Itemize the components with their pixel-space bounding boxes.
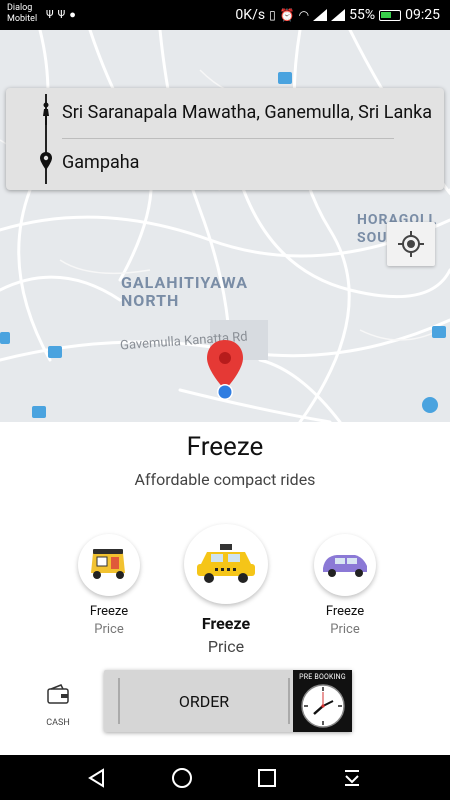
taxi-car-icon — [197, 544, 255, 583]
clock-icon — [301, 684, 345, 728]
map-area-label: GALAHITIYAWA NORTH — [121, 273, 248, 310]
wallet-icon — [47, 684, 69, 704]
vehicle-option-tuk-tuk[interactable]: Freeze Price — [78, 534, 140, 637]
route-card: Sri Saranapala Mawatha, Ganemulla, Sri L… — [6, 88, 444, 190]
pickup-address[interactable]: Sri Saranapala Mawatha, Ganemulla, Sri L… — [62, 102, 436, 123]
vibrate-icon: ▯ — [269, 8, 276, 22]
usb-icon: Ψ — [46, 8, 58, 21]
order-button[interactable]: ORDER — [118, 678, 290, 724]
carrier-name-secondary: Mobitel — [7, 14, 38, 24]
vehicle-name: Freeze — [89, 604, 129, 619]
chat-icon: ● — [69, 8, 80, 21]
home-circle-icon — [172, 768, 192, 788]
recents-square-icon — [258, 769, 276, 787]
network-speed: 0K/s — [235, 7, 266, 23]
battery-percent: 55% — [349, 7, 376, 23]
route-divider — [62, 138, 394, 139]
service-title: Freeze — [186, 432, 264, 462]
nav-recents-button[interactable] — [254, 765, 280, 791]
vehicle-icon-circle — [314, 534, 376, 596]
vehicle-name: Freeze — [201, 614, 251, 633]
nav-notifications-button[interactable] — [339, 765, 365, 791]
app-screen: Dialog Mobitel ΨΨ● 0K/s ▯ ⏰ ◠ 55% 09:25 — [0, 0, 450, 800]
vehicle-price: Price — [330, 622, 360, 637]
order-bar: ORDER PRE BOOKING — [104, 670, 352, 732]
nav-home-button[interactable] — [169, 765, 195, 791]
clock-time: 09:25 — [405, 7, 440, 23]
booking-sheet: Freeze Affordable compact rides Freeze P… — [0, 422, 450, 755]
system-navigation-bar — [0, 755, 450, 800]
battery-icon — [379, 9, 402, 21]
vehicle-icon-circle — [78, 534, 140, 596]
payment-method-button[interactable]: CASH — [36, 684, 80, 728]
status-indicators: 0K/s ▯ ⏰ ◠ 55% 09:25 — [235, 7, 440, 23]
alarm-icon: ⏰ — [279, 8, 295, 22]
pickup-walker-icon — [43, 102, 49, 125]
minivan-icon — [323, 555, 367, 577]
back-triangle-icon — [88, 768, 104, 788]
status-bar: Dialog Mobitel ΨΨ● 0K/s ▯ ⏰ ◠ 55% 09:25 — [0, 0, 450, 30]
carrier-name-primary: Dialog — [7, 3, 33, 13]
payment-method-label: CASH — [46, 718, 70, 728]
pull-down-icon — [345, 770, 359, 786]
current-location-dot-icon — [217, 384, 233, 400]
crosshair-icon — [398, 231, 424, 257]
prebooking-label: PRE BOOKING — [299, 673, 346, 681]
destination-address[interactable]: Gampaha — [62, 152, 436, 173]
vehicle-price: Price — [207, 637, 245, 656]
tuk-tuk-icon — [91, 549, 125, 579]
wifi-icon: ◠ — [298, 8, 310, 22]
vehicle-option-minivan[interactable]: Freeze Price — [314, 534, 376, 637]
vehicle-option-taxi[interactable]: Freeze Price — [184, 524, 268, 656]
destination-pin-icon — [40, 152, 52, 170]
signal-icon — [331, 9, 346, 21]
vehicle-name: Freeze — [325, 604, 365, 619]
signal-icon — [313, 9, 328, 21]
nav-back-button[interactable] — [84, 765, 110, 791]
vehicle-icon-circle — [184, 524, 268, 604]
prebooking-button[interactable]: PRE BOOKING — [293, 670, 352, 732]
my-location-button[interactable] — [387, 222, 435, 266]
notification-icons: ΨΨ● — [46, 8, 80, 21]
vehicle-price: Price — [94, 622, 124, 637]
usb-icon: Ψ — [57, 8, 70, 21]
service-description: Affordable compact rides — [134, 470, 316, 489]
carrier-info: Dialog Mobitel — [7, 3, 37, 25]
